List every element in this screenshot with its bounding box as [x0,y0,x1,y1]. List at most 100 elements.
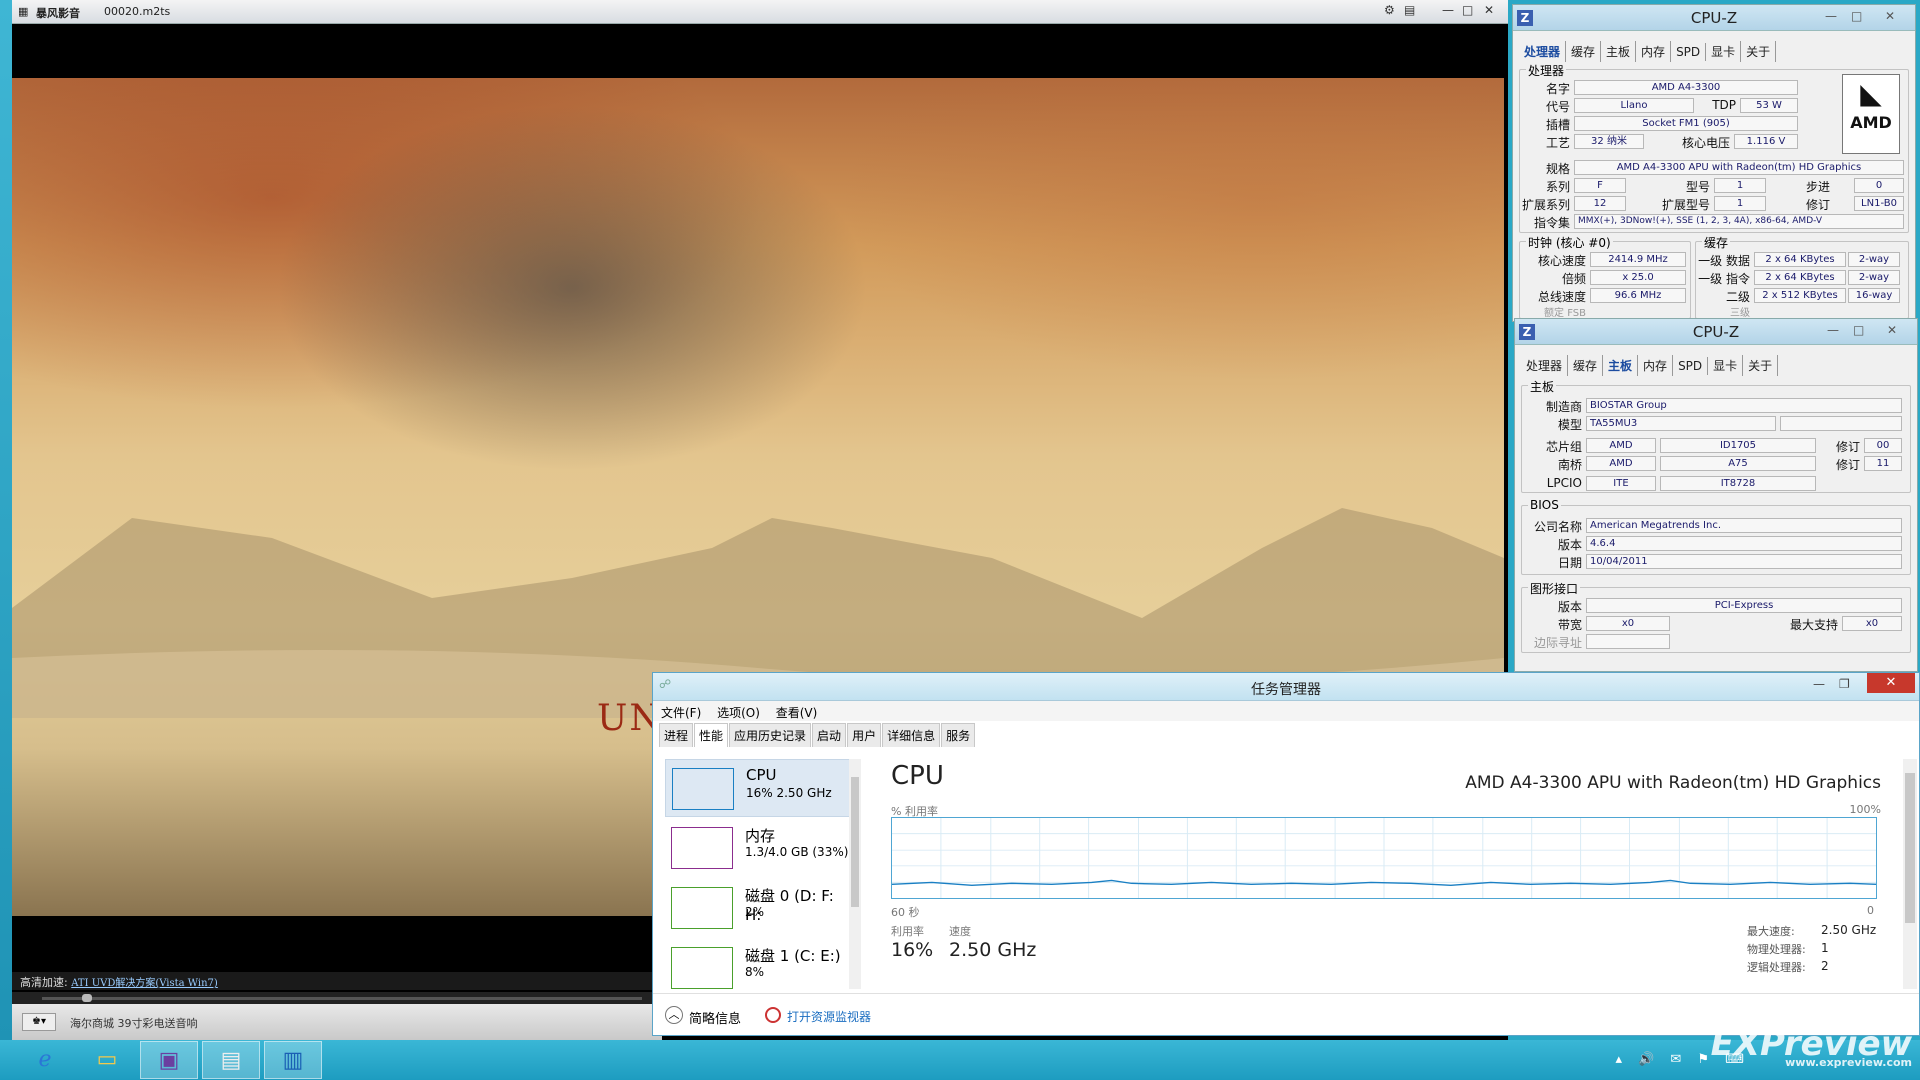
lpcio-label: LPCIO [1546,476,1582,490]
performance-scrollbar[interactable] [1903,759,1917,989]
ext-family-label: 扩展系列 [1521,198,1570,212]
chevron-up-icon[interactable]: ︿ [665,1006,683,1024]
tm-minimize-icon[interactable]: — [1813,677,1825,691]
multiplier-value: x 25.0 [1590,270,1686,285]
menu-options[interactable]: 选项(O) [717,706,760,720]
tab-app-history[interactable]: 应用历史记录 [729,723,812,747]
player-maximize-icon[interactable]: □ [1462,3,1473,17]
player-app-name: 暴风影音 [36,7,80,20]
lpcio-id: IT8728 [1660,476,1816,491]
tdp-value: 53 W [1740,98,1798,113]
player-hint-bar: 高清加速: ATI UVD解决方案(Vista Win7) [12,972,652,990]
cpuz1-maximize-icon[interactable]: □ [1851,9,1862,23]
open-resource-monitor-link[interactable]: 打开资源监视器 [787,1008,871,1025]
resource-scroll-thumb[interactable] [851,777,859,907]
player-settings-icon[interactable]: ⚙ [1384,3,1395,17]
graphic-interface-title: 图形接口 [1528,580,1581,597]
tab-processes[interactable]: 进程 [659,723,694,747]
cpuz2-tab-spd[interactable]: SPD [1673,357,1709,375]
family-value: F [1574,178,1626,193]
cpuz1-tab-graphics[interactable]: 显卡 [1706,41,1742,62]
tm-close-icon[interactable]: ✕ [1867,673,1915,693]
tab-startup[interactable]: 启动 [812,723,847,747]
resource-list-scrollbar[interactable] [849,759,861,989]
taskbar: ℯ ▭ ▣ ▤ ▥ ▴ 🔊 ✉ ⚑ ⌨ [0,1040,1920,1080]
cpuz2-tab-mainboard[interactable]: 主板 [1603,355,1639,376]
cpuz1-tab-about[interactable]: 关于 [1741,41,1777,62]
player-menu-icon[interactable]: ▤ [1404,3,1415,17]
cpuz1-tabs: 处理器 缓存 主板 内存 SPD 显卡 关于 [1519,41,1777,62]
tdp-label: TDP [1712,98,1736,112]
player-titlebar[interactable]: ▦ 暴风影音 00020.m2ts ⚙ ▤ — □ ✕ [12,0,1508,24]
cpuz1-titlebar[interactable]: Z CPU-Z — □ ✕ [1513,5,1915,31]
cpuz2-tab-graphics[interactable]: 显卡 [1708,355,1744,376]
player-minimize-icon[interactable]: — [1442,3,1454,17]
task-manager-window: ☍ 任务管理器 — ❐ ✕ 文件(F) 选项(O) 查看(V) 进程 性能 应用历史… [652,672,1920,1036]
cpuz1-tab-memory[interactable]: 内存 [1636,41,1672,62]
chipset-id: ID1705 [1660,438,1816,453]
southbridge-id: A75 [1660,456,1816,471]
cpuz2-maximize-icon[interactable]: □ [1853,323,1864,337]
resource-item-cpu[interactable]: CPU 16% 2.50 GHz [665,759,851,817]
mainboard-group-title: 主板 [1528,378,1557,395]
l1d-label: 一级 数据 [1698,254,1750,268]
bus-speed-value: 96.6 MHz [1590,288,1686,303]
tab-performance[interactable]: 性能 [694,723,729,747]
performance-scroll-thumb[interactable] [1905,773,1915,923]
bios-version-value: 4.6.4 [1586,536,1902,551]
cpuz2-titlebar[interactable]: Z CPU-Z — □ ✕ [1515,319,1917,345]
cpuz2-tab-memory[interactable]: 内存 [1638,355,1674,376]
cpuz1-tab-processor[interactable]: 处理器 [1519,41,1567,62]
resource-item-memory[interactable]: 内存 1.3/4.0 GB (33%) [665,819,851,877]
gfx-max-label: 最大支持 [1789,618,1838,632]
tm-titlebar[interactable]: ☍ 任务管理器 — ❐ ✕ [653,673,1919,701]
clocks-group-title: 时钟 (核心 #0) [1526,234,1613,251]
cpuz2-tab-processor[interactable]: 处理器 [1521,355,1569,376]
cpuz2-close-icon[interactable]: ✕ [1887,323,1897,337]
player-control-bar: ♚▾ 海尔商城 39寸彩电送音响 [12,1004,662,1040]
tm-maximize-icon[interactable]: ❐ [1839,677,1850,691]
cpuz2-minimize-icon[interactable]: — [1827,323,1839,337]
bios-group: BIOS 公司名称 American Megatrends Inc. 版本 4.… [1521,498,1911,575]
speed-stat-value: 2.50 GHz [949,939,1037,961]
stepping-label: 步进 [1805,180,1830,194]
cache-group: 缓存 一级 数据 2 x 64 KBytes 2-way 一级 指令 2 x 6… [1695,234,1909,319]
seek-track[interactable] [42,997,642,1000]
resource-list: CPU 16% 2.50 GHz 内存 1.3/4.0 GB (33%) 磁盘 … [659,759,867,989]
media-taskbar-icon[interactable]: ▤ [202,1041,260,1079]
resource-item-disk0[interactable]: 磁盘 0 (D: F: H: 2% [665,879,851,937]
file-explorer-icon[interactable]: ▭ [78,1041,136,1079]
resource-item-disk1[interactable]: 磁盘 1 (C: E:) 8% [665,939,851,989]
gfx-width-label: 带宽 [1557,618,1582,632]
seek-bar[interactable] [12,992,662,1004]
bios-version-label: 版本 [1557,538,1582,552]
cpuz1-close-icon[interactable]: ✕ [1885,9,1895,23]
amd-logo: ◣ AMD [1842,74,1900,154]
cpuz2-tab-cache[interactable]: 缓存 [1568,355,1604,376]
graphic-interface-group: 图形接口 版本 PCI-Express 带宽 x0 最大支持 x0 边际寻址 [1521,580,1911,653]
player-skin-button[interactable]: ♚▾ [22,1013,56,1031]
player-close-icon[interactable]: ✕ [1484,3,1494,17]
cpuz1-tab-mainboard[interactable]: 主板 [1601,41,1637,62]
menu-view[interactable]: 查看(V) [776,706,818,720]
tab-services[interactable]: 服务 [941,723,976,747]
cpuz-taskbar-icon[interactable]: ▣ [140,1041,198,1079]
tab-users[interactable]: 用户 [847,723,882,747]
fewer-details-link[interactable]: 简略信息 [689,1008,741,1027]
cpu-usage-graph [891,817,1877,899]
player-ad-text[interactable]: 海尔商城 39寸彩电送音响 [70,1015,198,1031]
cpuz2-tab-about[interactable]: 关于 [1743,355,1779,376]
tab-details[interactable]: 详细信息 [882,723,941,747]
seek-knob[interactable] [82,994,92,1002]
hint-link[interactable]: ATI UVD解决方案(Vista Win7) [71,978,218,989]
menu-file[interactable]: 文件(F) [661,706,701,720]
cpuz1-minimize-icon[interactable]: — [1825,9,1837,23]
amd-arrow-icon: ◣ [1860,77,1882,110]
ie-icon[interactable]: ℯ [16,1041,74,1079]
cpuz1-tab-cache[interactable]: 缓存 [1566,41,1602,62]
resource-name: CPU [746,766,777,784]
gfx-max-value: x0 [1842,616,1902,631]
taskmgr-taskbar-icon[interactable]: ▥ [264,1041,322,1079]
cpuz1-tab-spd[interactable]: SPD [1671,43,1707,61]
socket-label: 插槽 [1545,118,1570,132]
